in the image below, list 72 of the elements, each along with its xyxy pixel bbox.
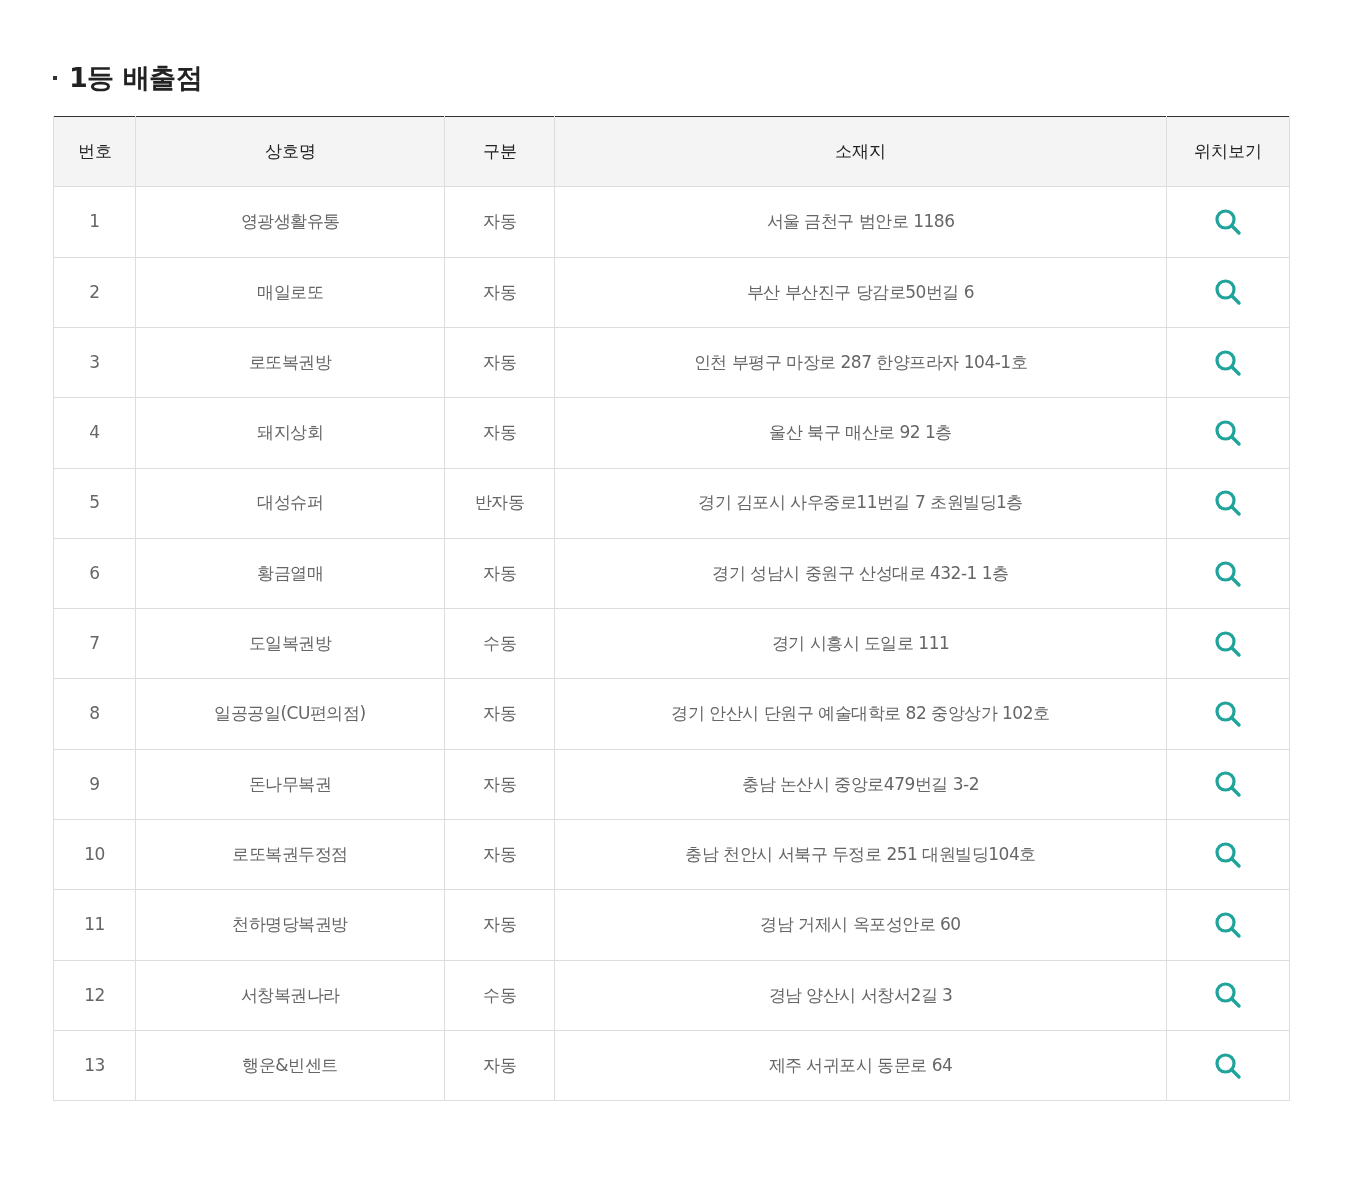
- table-cell: 자동: [444, 749, 555, 820]
- table-cell: 천하명당복권방: [135, 889, 445, 961]
- table-cell: 자동: [444, 257, 555, 328]
- table-cell: 서울 금천구 범안로 1186: [554, 186, 1167, 258]
- table-cell: 수동: [444, 960, 555, 1031]
- table-cell: 자동: [444, 538, 555, 609]
- table-cell: 자동: [444, 889, 555, 961]
- search-icon[interactable]: [1214, 1051, 1242, 1080]
- search-icon[interactable]: [1214, 629, 1242, 658]
- column-header: 위치보기: [1166, 116, 1290, 187]
- search-icon[interactable]: [1214, 840, 1242, 869]
- table-cell: 충남 천안시 서북구 두정로 251 대원빌딩104호: [554, 819, 1167, 890]
- table-cell: 9: [53, 749, 136, 820]
- table-cell: 울산 북구 매산로 92 1층: [554, 397, 1167, 469]
- table-cell: 자동: [444, 397, 555, 469]
- table-cell: 8: [53, 678, 136, 750]
- table-cell: 충남 논산시 중앙로479번길 3-2: [554, 749, 1167, 820]
- search-icon[interactable]: [1214, 911, 1242, 939]
- search-icon[interactable]: [1214, 489, 1242, 518]
- search-icon[interactable]: [1214, 770, 1242, 799]
- bullet-icon: [53, 76, 57, 81]
- search-icon[interactable]: [1214, 559, 1242, 588]
- table-cell: 돈나무복권: [135, 749, 445, 820]
- table-cell: 경기 성남시 중원구 산성대로 432-1 1층: [554, 538, 1167, 609]
- table-cell: 2: [53, 257, 136, 328]
- search-icon[interactable]: [1214, 418, 1242, 447]
- table-cell: 로또복권방: [135, 327, 445, 398]
- table-cell: 인천 부평구 마장로 287 한양프라자 104-1호: [554, 327, 1167, 398]
- table-cell: 7: [53, 608, 136, 679]
- table-cell: 황금열매: [135, 538, 445, 609]
- search-icon[interactable]: [1214, 208, 1242, 237]
- table-cell: 11: [53, 889, 136, 961]
- column-header: 소재지: [554, 116, 1167, 187]
- table-cell: 13: [53, 1030, 136, 1101]
- section-title: 1등 배출점: [69, 62, 203, 95]
- table-cell: 자동: [444, 327, 555, 398]
- table-cell: 자동: [444, 1030, 555, 1101]
- table-cell: 반자동: [444, 468, 555, 539]
- table-cell: 자동: [444, 819, 555, 890]
- column-header: 번호: [53, 116, 136, 187]
- search-icon[interactable]: [1214, 348, 1242, 377]
- table-cell: 6: [53, 538, 136, 609]
- table-cell: 제주 서귀포시 동문로 64: [554, 1030, 1167, 1101]
- table-cell: 행운&빈센트: [135, 1030, 445, 1101]
- table-cell: 자동: [444, 678, 555, 750]
- column-header: 상호명: [135, 116, 445, 187]
- table-cell: 4: [53, 397, 136, 469]
- table-cell: 수동: [444, 608, 555, 679]
- table-cell: 일공공일(CU편의점): [135, 678, 445, 750]
- table-cell: 서창복권나라: [135, 960, 445, 1031]
- table-cell: 12: [53, 960, 136, 1031]
- table-cell: 돼지상회: [135, 397, 445, 469]
- table-cell: 경남 거제시 옥포성안로 60: [554, 889, 1167, 961]
- table-cell: 도일복권방: [135, 608, 445, 679]
- table-cell: 매일로또: [135, 257, 445, 328]
- search-icon[interactable]: [1214, 700, 1242, 729]
- table-cell: 대성슈퍼: [135, 468, 445, 539]
- table-cell: 자동: [444, 186, 555, 258]
- table-cell: 경기 안산시 단원구 예술대학로 82 중앙상가 102호: [554, 678, 1167, 750]
- table-cell: 영광생활유통: [135, 186, 445, 258]
- table-cell: 경기 김포시 사우중로11번길 7 초원빌딩1층: [554, 468, 1167, 539]
- table-cell: 1: [53, 186, 136, 258]
- table-cell: 경기 시흥시 도일로 111: [554, 608, 1167, 679]
- table-cell: 로또복권두정점: [135, 819, 445, 890]
- table-cell: 10: [53, 819, 136, 890]
- table-cell: 부산 부산진구 당감로50번길 6: [554, 257, 1167, 328]
- table-cell: 5: [53, 468, 136, 539]
- column-header: 구분: [444, 116, 555, 187]
- search-icon[interactable]: [1214, 981, 1242, 1010]
- search-icon[interactable]: [1214, 278, 1242, 307]
- table-cell: 3: [53, 327, 136, 398]
- table-cell: 경남 양산시 서창서2길 3: [554, 960, 1167, 1031]
